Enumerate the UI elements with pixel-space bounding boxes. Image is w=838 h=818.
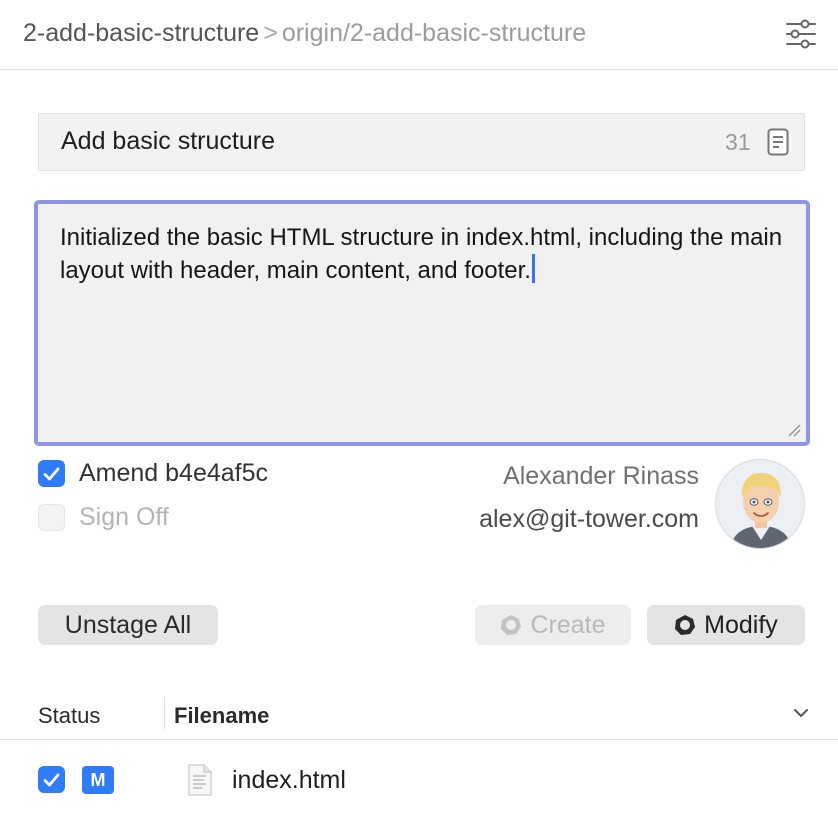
subject-char-count: 31 xyxy=(725,129,751,155)
file-row[interactable]: M index.html xyxy=(0,754,838,806)
chevron-down-icon[interactable] xyxy=(792,706,810,720)
modified-status-badge: M xyxy=(82,766,114,794)
file-name: index.html xyxy=(232,766,346,794)
create-button[interactable]: Create xyxy=(475,605,631,645)
author-email: alex@git-tower.com xyxy=(479,505,699,533)
file-stage-checkbox[interactable] xyxy=(38,766,65,793)
header-bar: 2-add-basic-structure > origin/2-add-basic… xyxy=(0,0,838,70)
remote-branch: origin/2-add-basic-structure xyxy=(281,19,587,47)
branch-breadcrumb: 2-add-basic-structure > origin/2-add-basic… xyxy=(23,19,586,48)
amend-label[interactable]: Amend b4e4af5c xyxy=(79,459,268,488)
sign-off-label[interactable]: Sign Off xyxy=(79,503,169,532)
commit-subject-text[interactable]: Add basic structure xyxy=(61,127,275,156)
commit-body-field[interactable]: Initialized the basic HTML structure in … xyxy=(34,200,810,446)
commit-subject-field[interactable]: Add basic structure 31 xyxy=(38,113,805,171)
unstage-all-label: Unstage All xyxy=(64,610,192,639)
commit-body-text[interactable]: Initialized the basic HTML structure in … xyxy=(60,221,790,287)
sliders-icon[interactable] xyxy=(784,19,818,49)
text-caret xyxy=(531,254,535,283)
avatar[interactable] xyxy=(715,459,805,549)
file-icon xyxy=(187,764,213,796)
branch-separator: > xyxy=(263,19,278,47)
unstage-all-button[interactable]: Unstage All xyxy=(38,605,218,645)
file-list-header: Status Filename xyxy=(0,692,838,740)
column-filename[interactable]: Filename xyxy=(174,703,269,729)
commit-icon xyxy=(501,615,522,635)
document-icon[interactable] xyxy=(767,128,789,156)
amend-checkbox[interactable] xyxy=(38,460,65,487)
commit-icon xyxy=(675,615,696,635)
commit-body-content: Initialized the basic HTML structure in … xyxy=(60,224,783,284)
modify-label: Modify xyxy=(704,610,778,639)
current-branch: 2-add-basic-structure xyxy=(23,19,260,47)
column-divider[interactable] xyxy=(164,697,165,729)
resize-handle-icon[interactable] xyxy=(787,423,801,437)
modify-button[interactable]: Modify xyxy=(647,605,805,645)
sign-off-checkbox[interactable] xyxy=(38,504,65,531)
column-status[interactable]: Status xyxy=(38,703,100,729)
author-name: Alexander Rinass xyxy=(503,462,699,490)
create-label: Create xyxy=(530,610,606,639)
